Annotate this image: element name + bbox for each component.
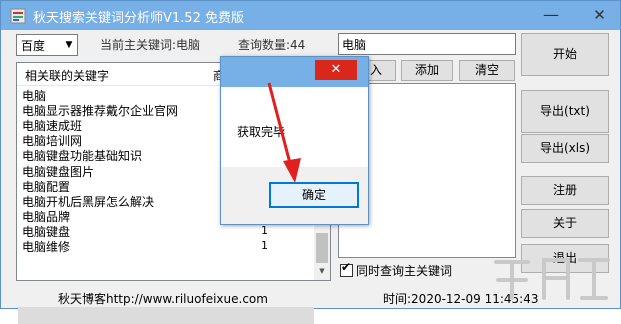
main-window: 秋天搜索关键词分析师V1.52 免费版 — ✕ 百度 ▼ 当前主关键词:电脑 查… [0,0,621,324]
annotation-arrow-icon [267,82,301,183]
selected-row-highlight [18,307,314,324]
